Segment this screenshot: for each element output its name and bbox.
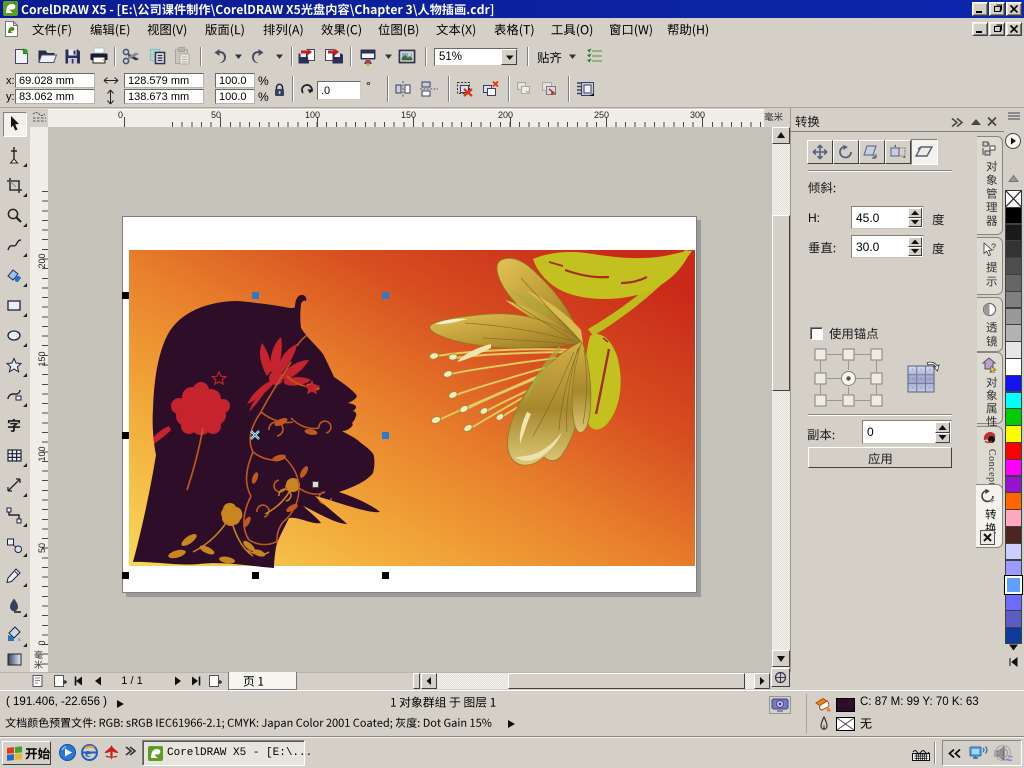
svg-text:e: e	[85, 745, 91, 760]
svg-text:?: ?	[991, 242, 996, 252]
